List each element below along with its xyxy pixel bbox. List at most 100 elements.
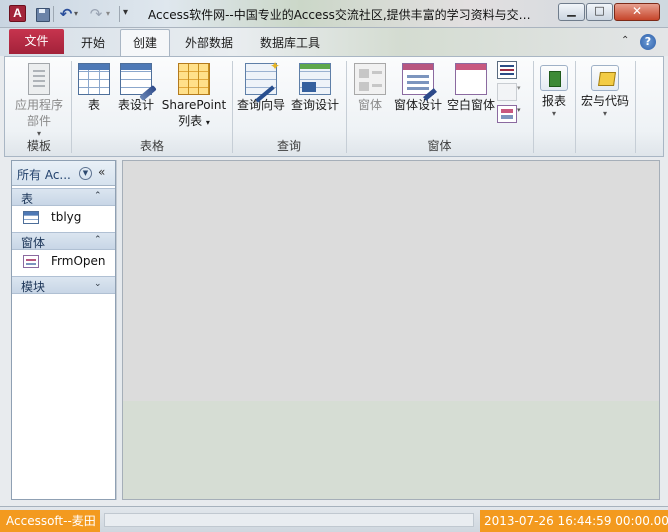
qat-separator — [119, 6, 120, 22]
more-forms-stack: ▾ ▾ — [497, 61, 521, 131]
close-button[interactable]: ✕ — [614, 3, 660, 21]
group-separator — [575, 61, 576, 153]
macros-code-label: 宏与代码 — [580, 94, 629, 108]
reports-label: 报表 — [541, 94, 566, 108]
blank-form-icon — [455, 63, 487, 95]
nav-item-tblyg[interactable]: tblyg — [12, 207, 115, 229]
minimize-ribbon-icon[interactable]: ⌃ — [621, 35, 629, 46]
form-wizard-icon[interactable] — [497, 61, 517, 79]
report-icon — [540, 65, 568, 91]
nav-section-label: 表 — [21, 192, 34, 206]
sharepoint-list-icon — [178, 63, 210, 95]
table-design-icon — [120, 63, 152, 95]
qat-separator — [53, 6, 54, 22]
collapse-section-icon[interactable]: ⌃ — [94, 191, 102, 201]
table-icon — [78, 63, 110, 95]
group-label-tables: 表格 — [139, 139, 164, 153]
undo-icon[interactable]: ↶ — [58, 6, 74, 22]
group-label-queries: 查询 — [276, 139, 301, 153]
group-separator — [71, 61, 72, 153]
nav-item-frmopen[interactable]: FrmOpen — [12, 251, 115, 273]
nav-section-modules[interactable]: 模块 ⌄ — [12, 276, 115, 294]
tab-home[interactable]: 开始 — [72, 32, 114, 56]
status-progress-area — [104, 513, 474, 527]
workspace-lower-area — [123, 401, 659, 499]
nav-section-label: 窗体 — [21, 236, 46, 250]
form-design-button[interactable]: 窗体设计 — [392, 59, 444, 135]
form-icon — [354, 63, 386, 95]
tab-database-tools[interactable]: 数据库工具 — [252, 32, 328, 56]
blank-form-label: 空白窗体 — [446, 98, 495, 112]
ribbon-tab-row: 文件 开始 创建 外部数据 数据库工具 ⌃ ? — [0, 28, 668, 57]
minimize-button[interactable]: ▁ — [558, 3, 585, 21]
sharepoint-label-1: SharePoint — [161, 98, 227, 112]
app-parts-label-1: 应用程序 — [14, 98, 63, 112]
tab-file[interactable]: 文件 — [9, 29, 64, 54]
maximize-button[interactable]: □ — [586, 3, 613, 21]
table-design-button[interactable]: 表设计 — [115, 59, 157, 135]
title-bar: A ↶ ▾ ↷ ▾ ▾ Access软件网--中国专业的Access交流社区,提… — [0, 0, 668, 28]
save-icon[interactable] — [34, 6, 50, 22]
status-datetime: 2013-07-26 16:44:59 00:00.000 — [480, 510, 668, 532]
tab-external-data[interactable]: 外部数据 — [176, 32, 242, 56]
table-label: 表 — [87, 98, 100, 112]
window-title: Access软件网--中国专业的Access交流社区,提供丰富的学习资料与交流.… — [148, 8, 540, 22]
navigation-form-icon[interactable]: ▾ — [497, 83, 521, 101]
status-left-badge: Accessoft--麦田 — [0, 510, 100, 532]
table-design-label: 表设计 — [117, 98, 154, 112]
access-app-icon[interactable]: A — [9, 5, 26, 22]
app-parts-icon — [28, 63, 50, 95]
form-label: 窗体 — [357, 98, 382, 112]
app-parts-button[interactable]: 应用程序 部件 ▾ — [9, 59, 69, 138]
form-button[interactable]: 窗体 — [351, 59, 389, 135]
nav-pane-title[interactable]: 所有 Ac... — [17, 166, 71, 183]
navigation-pane: 所有 Ac... ▼ « 表 ⌃ tblyg 窗体 ⌃ FrmOpen 模块 ⌄ — [11, 160, 116, 500]
expand-section-icon[interactable]: ⌄ — [94, 279, 102, 289]
query-design-label: 查询设计 — [290, 98, 339, 112]
group-separator — [635, 61, 636, 153]
group-label-templates: 模板 — [26, 139, 51, 153]
more-forms-icon[interactable]: ▾ — [497, 105, 521, 123]
nav-section-forms[interactable]: 窗体 ⌃ — [12, 232, 115, 250]
nav-item-label: tblyg — [51, 210, 82, 224]
nav-section-tables[interactable]: 表 ⌃ — [12, 188, 115, 206]
sharepoint-lists-button[interactable]: SharePoint 列表 ▾ — [159, 59, 229, 135]
app-parts-label-2: 部件 — [26, 114, 51, 128]
query-wizard-label: 查询向导 — [236, 98, 285, 112]
table-icon — [23, 211, 39, 224]
form-icon — [23, 255, 39, 268]
chevron-down-icon: ▾ — [602, 109, 607, 118]
group-separator — [533, 61, 534, 153]
undo-dropdown-icon[interactable]: ▾ — [74, 9, 82, 25]
collapse-section-icon[interactable]: ⌃ — [94, 235, 102, 245]
reports-button[interactable]: 报表 ▾ — [536, 59, 572, 135]
group-label-forms: 窗体 — [427, 139, 452, 153]
form-design-icon — [402, 63, 434, 95]
nav-pane-header[interactable]: 所有 Ac... ▼ « — [12, 161, 115, 186]
status-bar: Accessoft--麦田 2013-07-26 16:44:59 00:00.… — [0, 506, 668, 532]
nav-pane-dropdown-icon[interactable]: ▼ — [79, 167, 92, 180]
query-design-icon — [299, 63, 331, 95]
help-icon[interactable]: ? — [640, 34, 656, 50]
query-wizard-button[interactable]: 查询向导 — [235, 58, 287, 135]
macro-icon — [591, 65, 619, 91]
chevron-down-icon: ▾ — [517, 84, 521, 92]
blank-form-button[interactable]: 空白窗体 — [445, 59, 497, 135]
ribbon-create: 应用程序 部件 ▾ 模板 表 表设计 SharePoint 列表 ▾ 表格 查询… — [4, 56, 664, 157]
nav-section-label: 模块 — [21, 280, 46, 294]
customize-qat-icon[interactable]: ▾ — [123, 7, 135, 23]
chevron-down-icon: ▾ — [205, 118, 210, 127]
macros-code-button[interactable]: 宏与代码 ▾ — [578, 59, 632, 135]
document-workspace — [122, 160, 660, 500]
query-design-button[interactable]: 查询设计 — [289, 59, 341, 135]
chevron-down-icon: ▾ — [551, 109, 556, 118]
tab-create[interactable]: 创建 — [120, 29, 170, 57]
redo-icon[interactable]: ↷ — [88, 6, 104, 22]
form-design-label: 窗体设计 — [393, 98, 442, 112]
sharepoint-label-2: 列表 — [178, 114, 203, 128]
table-button[interactable]: 表 — [76, 59, 112, 135]
redo-dropdown-icon[interactable]: ▾ — [106, 9, 114, 25]
chevron-down-icon: ▾ — [517, 106, 521, 114]
query-wizard-icon — [245, 58, 280, 95]
collapse-pane-icon[interactable]: « — [98, 165, 105, 179]
